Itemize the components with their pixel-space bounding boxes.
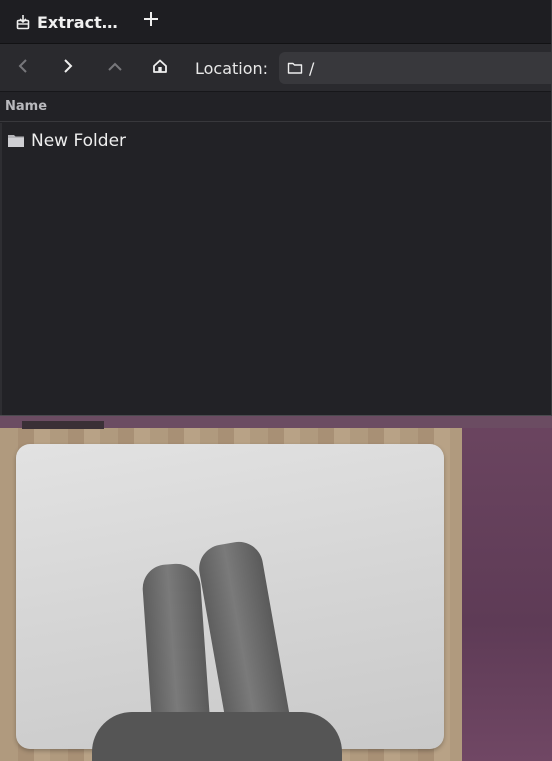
hand-base	[92, 712, 342, 761]
chevron-right-icon	[61, 58, 75, 78]
photo-dark-strip	[22, 421, 104, 429]
chevron-up-icon	[107, 59, 123, 78]
file-chooser-window: Extract… Location: / Name New Folder	[0, 0, 552, 416]
location-field[interactable]: /	[279, 52, 551, 84]
file-list: New Folder	[0, 123, 551, 415]
home-button[interactable]	[147, 55, 173, 81]
location-label: Location:	[195, 59, 269, 78]
new-tab-button[interactable]	[138, 8, 164, 34]
list-item[interactable]: New Folder	[2, 127, 551, 155]
navigation-toolbar: Location: /	[0, 44, 551, 92]
column-header-label: Name	[5, 99, 48, 114]
archive-extract-icon	[15, 14, 31, 30]
folder-outline-icon	[287, 60, 303, 76]
up-button[interactable]	[102, 55, 128, 81]
back-button[interactable]	[10, 55, 36, 81]
folder-icon	[7, 133, 25, 149]
chevron-left-icon	[16, 58, 30, 78]
plus-icon	[143, 11, 159, 31]
forward-button[interactable]	[55, 55, 81, 81]
list-item-label: New Folder	[31, 131, 127, 151]
trackpad-photo	[0, 416, 552, 761]
wall-background	[462, 416, 552, 761]
column-header-name[interactable]: Name	[0, 92, 551, 122]
tab-extract[interactable]: Extract…	[0, 0, 130, 44]
location-path: /	[309, 58, 315, 78]
tab-bar: Extract…	[0, 0, 551, 44]
tab-title: Extract…	[37, 12, 118, 32]
home-icon	[152, 58, 168, 78]
